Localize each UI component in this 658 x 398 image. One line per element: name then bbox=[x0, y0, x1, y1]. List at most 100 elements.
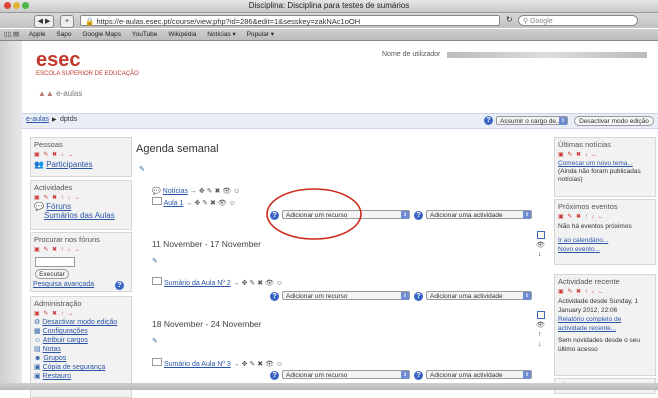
navbar: e-aulas ▶ dptds ? Assumir o cargo de... ⇕… bbox=[22, 113, 658, 129]
edit-summary-icon[interactable]: ✎ bbox=[152, 337, 158, 345]
forum-icon: 💬 bbox=[152, 188, 161, 195]
user-label: Nome de utilizador bbox=[382, 51, 441, 58]
summaries-link[interactable]: Sumários das Aulas bbox=[34, 211, 115, 220]
admin-item-backup[interactable]: ▣ Cópia de segurança bbox=[34, 363, 128, 372]
recent-activity-block: Actividade recente ▣ ✎ ✖ ↑ ↓ ← Actividad… bbox=[554, 274, 656, 376]
site-logo[interactable]: esec bbox=[36, 49, 81, 72]
bookmarks-bar: ▯▯ ▤ Apple Sapo Google Maps YouTube Wiki… bbox=[0, 29, 658, 41]
show-one-week-icon[interactable] bbox=[537, 231, 545, 239]
add-activity-select[interactable]: Adicionar uma actividade ⇕ bbox=[426, 291, 532, 300]
lesson1-link[interactable]: Aula 1 bbox=[164, 200, 184, 207]
show-one-week-icon[interactable] bbox=[537, 311, 545, 319]
summary-link[interactable]: Sumário da Aula Nº 2 bbox=[164, 280, 231, 287]
bookmark-noticias[interactable]: Notícias ▾ bbox=[207, 29, 236, 40]
bookmark-youtube[interactable]: YouTube bbox=[132, 29, 158, 40]
address-bar[interactable]: 🔒 https://e-aulas.esec.pt/course/view.ph… bbox=[80, 15, 500, 26]
admin-item-restore[interactable]: ▣ Restauro bbox=[34, 372, 128, 381]
admin-item-assign-roles[interactable]: ☺ Atribuir cargos bbox=[34, 336, 128, 345]
help-icon[interactable]: ? bbox=[414, 371, 423, 380]
page-title: Agenda semanal bbox=[136, 143, 219, 155]
horizontal-scrollbar[interactable] bbox=[0, 383, 658, 390]
minimize-window-button[interactable] bbox=[13, 2, 20, 9]
week-dates: 18 November - 24 November bbox=[152, 319, 262, 329]
bookmark-google-maps[interactable]: Google Maps bbox=[82, 29, 121, 40]
help-icon[interactable]: ? bbox=[270, 292, 279, 301]
eye-icon[interactable]: 👁 bbox=[536, 241, 545, 249]
add-activity-select[interactable]: Adicionar uma actividade ⇕ bbox=[426, 370, 532, 379]
admin-item-grades[interactable]: ▤ Notas bbox=[34, 345, 128, 354]
browser-toolbar: ◀ ▶ + 🔒 https://e-aulas.esec.pt/course/v… bbox=[0, 13, 658, 28]
close-window-button[interactable] bbox=[4, 2, 11, 9]
edit-summary-icon[interactable]: ✎ bbox=[152, 257, 158, 265]
people-block: Pessoas ▣ ✎ ✖ ↓ → 👥 Participantes bbox=[30, 137, 132, 177]
bookmark-sapo[interactable]: Sapo bbox=[56, 29, 71, 40]
activities-block: Actividades ▣ ✎ ✖ ↑ ↓ → 💬 Fóruns Sumário… bbox=[30, 180, 132, 230]
add-bookmark-button[interactable]: + bbox=[60, 15, 74, 28]
help-icon[interactable]: ? bbox=[484, 116, 493, 125]
add-resource-select[interactable]: Adicionar um recurso ⇕ bbox=[282, 370, 410, 379]
edit-summary-icon[interactable]: ✎ bbox=[139, 165, 145, 173]
url-text: https://e-aulas.esec.pt/course/view.php?… bbox=[96, 17, 361, 26]
eaulas-logo-icon: ▲▲ bbox=[38, 89, 54, 98]
execute-button[interactable]: Executar bbox=[35, 269, 69, 279]
back-forward-buttons[interactable]: ◀ ▶ bbox=[34, 15, 54, 28]
week-dates: 11 November - 17 November bbox=[152, 239, 261, 249]
block-controls[interactable]: ▣ ✎ ✖ ↓ ← bbox=[555, 151, 655, 158]
page-icon bbox=[152, 277, 162, 285]
admin-item-settings[interactable]: ▦ Configurações bbox=[34, 327, 128, 336]
page-icon bbox=[152, 358, 162, 366]
block-controls[interactable]: ▣ ✎ ✖ ↑ ↓ → bbox=[31, 246, 131, 253]
calendar-link[interactable]: Ir ao calendário... bbox=[558, 237, 608, 244]
block-controls[interactable]: ▣ ✎ ✖ ↑ ↓ ← bbox=[555, 288, 655, 295]
eye-icon[interactable]: 👁 bbox=[536, 321, 545, 329]
help-icon[interactable]: ? bbox=[414, 292, 423, 301]
bookmark-apple[interactable]: Apple bbox=[29, 29, 46, 40]
left-gutter bbox=[0, 41, 22, 390]
add-resource-select[interactable]: Adicionar um recurso ⇕ bbox=[282, 291, 410, 300]
bookmark-wikipedia[interactable]: Wikipédia bbox=[168, 29, 196, 40]
new-event-link[interactable]: Novo evento... bbox=[558, 246, 600, 253]
participants-link[interactable]: Participantes bbox=[46, 160, 92, 169]
activity-edit-controls[interactable]: → ✥ ✎ ✖ 👁 ☺ bbox=[233, 361, 283, 368]
eaulas-brand: ▲▲ e-aulas bbox=[38, 89, 83, 98]
admin-item-groups[interactable]: ☻ Grupos bbox=[34, 354, 128, 363]
search-field[interactable]: ⚲ Google bbox=[518, 15, 638, 26]
help-icon[interactable]: ? bbox=[115, 281, 124, 290]
people-icon: 👥 bbox=[34, 160, 44, 169]
zoom-window-button[interactable] bbox=[22, 2, 29, 9]
block-controls[interactable]: ▣ ✎ ✖ ↑ ↓ → bbox=[31, 194, 131, 201]
new-topic-link[interactable]: Comecar um novo tema... bbox=[558, 160, 633, 167]
reload-icon[interactable]: ↻ bbox=[506, 15, 513, 24]
breadcrumb-home[interactable]: e-aulas bbox=[26, 116, 49, 123]
upcoming-events-title: Próximos eventos bbox=[558, 202, 618, 211]
forum-search-input[interactable] bbox=[35, 257, 75, 267]
help-icon[interactable]: ? bbox=[414, 211, 423, 220]
move-down-icon[interactable]: ↓ bbox=[538, 341, 542, 348]
forums-link[interactable]: Fóruns bbox=[46, 202, 71, 211]
summary-link[interactable]: Sumário da Aula Nº 3 bbox=[164, 361, 231, 368]
add-activity-select[interactable]: Adicionar uma actividade ⇕ bbox=[426, 210, 532, 219]
latest-news-block: Últimas notícias ▣ ✎ ✖ ↓ ← Comecar um no… bbox=[554, 137, 656, 197]
admin-item-disable-edit[interactable]: ⚙ Desactivar modo edição bbox=[34, 318, 128, 327]
help-icon[interactable]: ? bbox=[270, 371, 279, 380]
moodle-page: esec ESCOLA SUPERIOR DE EDUCAÇÃO ▲▲ e-au… bbox=[22, 41, 658, 398]
assume-role-select[interactable]: Assumir o cargo de... ⇕ bbox=[496, 116, 568, 125]
forum-search-block: Procurar nos fóruns ▣ ✎ ✖ ↑ ↓ → Executar… bbox=[30, 232, 132, 292]
activity-edit-controls[interactable]: → ✥ ✎ ✖ 👁 ☺ bbox=[190, 188, 240, 195]
move-up-icon[interactable]: ↑ bbox=[538, 331, 542, 338]
activity-edit-controls[interactable]: → ✥ ✎ ✖ 👁 ☺ bbox=[233, 280, 283, 287]
latest-news-title: Últimas notícias bbox=[558, 140, 611, 149]
advanced-search-link[interactable]: Pesquisa avançada bbox=[33, 281, 94, 288]
news-link[interactable]: Notícias bbox=[163, 188, 188, 195]
summary-row: Sumário da Aula Nº 3 → ✥ ✎ ✖ 👁 ☺ bbox=[152, 358, 283, 368]
reading-list-icon[interactable]: ▯▯ ▤ bbox=[4, 31, 19, 38]
upcoming-events-block: Próximos eventos ▣ ✎ ✖ ↑ ↓ ← Não há even… bbox=[554, 199, 656, 265]
block-controls[interactable]: ▣ ✎ ✖ ↑ → bbox=[31, 310, 131, 317]
disable-edit-button[interactable]: Desactivar modo edição bbox=[574, 116, 654, 126]
block-controls[interactable]: ▣ ✎ ✖ ↑ ↓ ← bbox=[555, 213, 655, 220]
bookmark-popular[interactable]: Popular ▾ bbox=[247, 29, 274, 40]
full-report-link[interactable]: Relatório completo de actividade recente… bbox=[558, 316, 621, 332]
move-down-icon[interactable]: ↓ bbox=[538, 251, 542, 258]
activity-edit-controls[interactable]: → ✥ ✎ ✖ 👁 ☺ bbox=[185, 200, 235, 207]
block-controls[interactable]: ▣ ✎ ✖ ↓ → bbox=[31, 151, 131, 158]
